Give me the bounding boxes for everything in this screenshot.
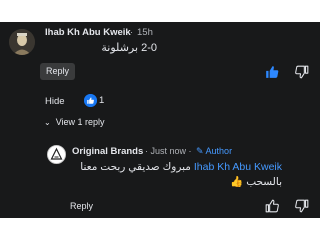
thumbs-up-icon bbox=[266, 66, 279, 78]
like-button[interactable] bbox=[265, 199, 279, 213]
reply-button[interactable]: Reply bbox=[40, 63, 75, 80]
reaction-count: 1 bbox=[99, 95, 105, 106]
brand-logo-icon bbox=[48, 146, 65, 163]
chevron-down-icon: ⌄ bbox=[44, 118, 51, 127]
reply-author-name[interactable]: Original Brands bbox=[72, 146, 143, 157]
person-photo-icon bbox=[9, 29, 35, 55]
meta-separator: · bbox=[130, 27, 134, 38]
hide-replies-button[interactable]: Hide bbox=[45, 96, 65, 107]
comment-text: 2-0 برشلونة bbox=[101, 42, 157, 54]
comment-thread: Ihab Kh Abu Kweik · 15h 2-0 برشلونة Repl… bbox=[0, 22, 320, 218]
reply-author-avatar[interactable] bbox=[47, 145, 66, 164]
like-reaction-badge[interactable] bbox=[84, 94, 97, 107]
mention-link[interactable]: Ihab Kh Abu Kweik bbox=[194, 161, 282, 173]
thumbs-down-icon bbox=[295, 199, 309, 213]
view-replies-toggle[interactable]: ⌄ View 1 reply bbox=[44, 117, 105, 127]
thumbs-up-icon bbox=[84, 94, 97, 107]
reply-button[interactable]: Reply bbox=[64, 198, 99, 215]
author-badge: ✎ Author bbox=[196, 146, 233, 156]
reply-text: Ihab Kh Abu Kweik مبروك صديقي ربحت معنا … bbox=[70, 160, 282, 190]
view-replies-label: View 1 reply bbox=[55, 117, 105, 127]
like-button[interactable] bbox=[265, 65, 279, 79]
commenter-avatar[interactable] bbox=[9, 29, 35, 55]
reply-meta[interactable]: · Just now · bbox=[145, 146, 192, 156]
commenter-name[interactable]: Ihab Kh Abu Kweik bbox=[45, 27, 131, 38]
dislike-button[interactable] bbox=[295, 199, 309, 213]
thumbs-up-emoji: 👍 bbox=[230, 176, 244, 188]
comment-timestamp[interactable]: 15h bbox=[137, 27, 153, 38]
thumbs-down-icon bbox=[295, 65, 309, 79]
thumbs-up-icon bbox=[265, 199, 279, 213]
dislike-button[interactable] bbox=[295, 65, 309, 79]
